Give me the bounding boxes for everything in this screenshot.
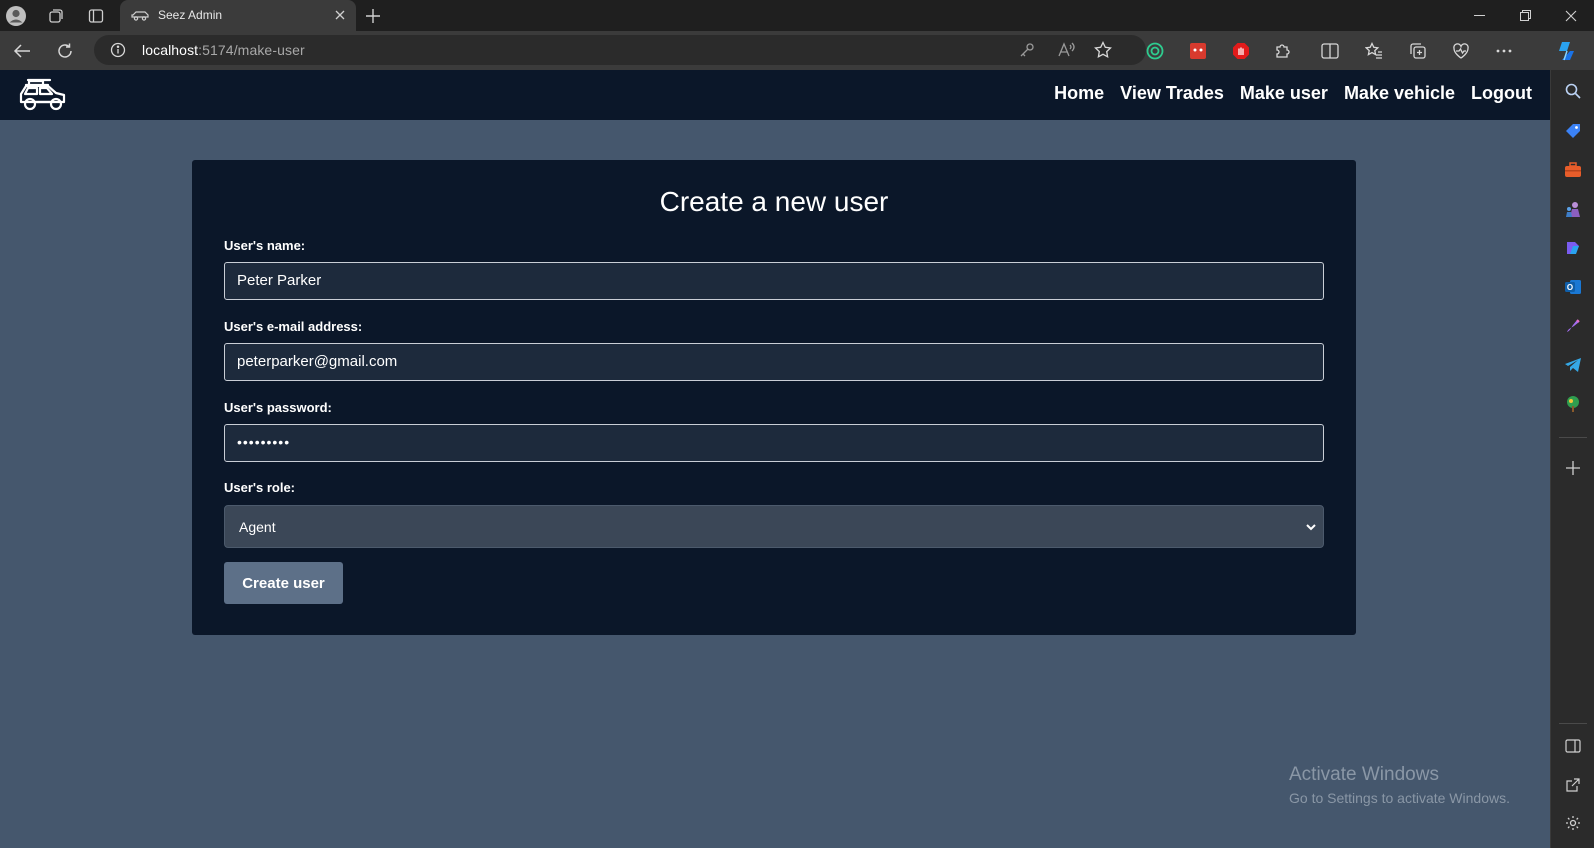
more-options-icon[interactable] [1492,39,1516,63]
read-aloud-icon[interactable] [1057,41,1075,64]
car-logo-icon[interactable] [16,74,70,116]
nav-view-trades-link[interactable]: View Trades [1120,83,1224,104]
name-label: User's name: [224,238,306,253]
restore-window-icon[interactable] [1502,0,1548,31]
svg-text:O: O [1567,283,1573,292]
email-input[interactable]: peterparker@gmail.com [224,343,1324,381]
tab-actions-icon[interactable] [85,5,107,27]
address-bar[interactable]: localhost:5174/make-user [94,35,1146,65]
role-label: User's role: [224,480,296,495]
nav-make-vehicle-link[interactable]: Make vehicle [1344,83,1455,104]
role-select[interactable]: Agent [224,505,1324,548]
url-host: localhost [142,42,199,58]
nav-logout-link[interactable]: Logout [1471,83,1532,104]
sidebar-divider [1559,437,1587,438]
close-tab-icon[interactable] [330,5,350,25]
extension-devil-icon[interactable] [1186,39,1210,63]
role-select-value: Agent [239,519,276,535]
browser-tab-active[interactable]: Seez Admin [120,0,356,31]
open-external-icon[interactable] [1562,774,1584,796]
send-telegram-icon[interactable] [1562,354,1584,376]
password-input[interactable]: ••••••••• [224,424,1324,462]
search-icon[interactable] [1562,80,1584,102]
tree-extension-icon[interactable] [1562,393,1584,415]
settings-gear-icon[interactable] [1562,812,1584,834]
site-info-icon[interactable] [110,42,126,63]
watermark-line2: Go to Settings to activate Windows. [1289,790,1510,806]
extension-target-icon[interactable] [1143,39,1167,63]
watermark-line1: Activate Windows [1289,764,1439,785]
reload-icon[interactable] [53,39,77,63]
outlook-icon[interactable]: O [1562,276,1584,298]
workspaces-icon[interactable] [45,5,67,27]
email-label: User's e-mail address: [224,319,363,334]
app-navbar: Home View Trades Make user Make vehicle … [0,70,1550,120]
minimize-window-icon[interactable] [1456,0,1502,31]
car-favicon-icon [130,8,150,27]
url-path: :5174/make-user [198,42,305,58]
copilot-icon[interactable] [1554,39,1578,63]
chevron-down-icon [1305,520,1317,532]
page-viewport: Home View Trades Make user Make vehicle … [0,70,1550,848]
nav-home-link[interactable]: Home [1054,83,1104,104]
favorite-star-icon[interactable] [1094,40,1112,64]
password-key-icon[interactable] [1019,42,1035,63]
collections-icon[interactable] [1406,39,1430,63]
name-input[interactable]: Peter Parker [224,262,1324,300]
extensions-puzzle-icon[interactable] [1271,39,1295,63]
tools-briefcase-icon[interactable] [1562,159,1584,181]
back-icon[interactable] [10,39,34,63]
games-chess-icon[interactable] [1562,198,1584,220]
nav-make-user-link[interactable]: Make user [1240,83,1328,104]
favorites-icon[interactable] [1362,39,1386,63]
password-label: User's password: [224,400,332,415]
new-tab-icon[interactable] [362,5,384,27]
add-sidebar-app-icon[interactable] [1562,457,1584,479]
url-text[interactable]: localhost:5174/make-user [142,42,305,58]
close-window-icon[interactable] [1548,0,1594,31]
tab-title: Seez Admin [158,8,223,22]
split-screen-icon[interactable] [1318,39,1342,63]
sidebar-divider [1559,723,1587,724]
adblock-hand-icon[interactable] [1229,39,1253,63]
copilot-sidebar-icon[interactable] [1562,237,1584,259]
form-title: Create a new user [659,186,889,217]
browser-sidebar: O [1550,70,1594,848]
shopping-tag-icon[interactable] [1562,120,1584,142]
browser-tab-bar: Seez Admin [0,0,1594,31]
windows-activation-watermark: Activate Windows Go to Settings to activ… [1289,764,1510,806]
create-user-button[interactable]: Create user [224,562,343,604]
browser-toolbar: localhost:5174/make-user [0,31,1594,70]
hide-sidebar-icon[interactable] [1562,735,1584,757]
create-user-card: Create a new user User's name: Peter Par… [192,160,1356,635]
designer-icon[interactable] [1562,315,1584,337]
nav-links: Home View Trades Make user Make vehicle … [1054,83,1532,104]
profile-avatar-icon[interactable] [5,5,27,27]
browser-essentials-icon[interactable] [1449,39,1473,63]
